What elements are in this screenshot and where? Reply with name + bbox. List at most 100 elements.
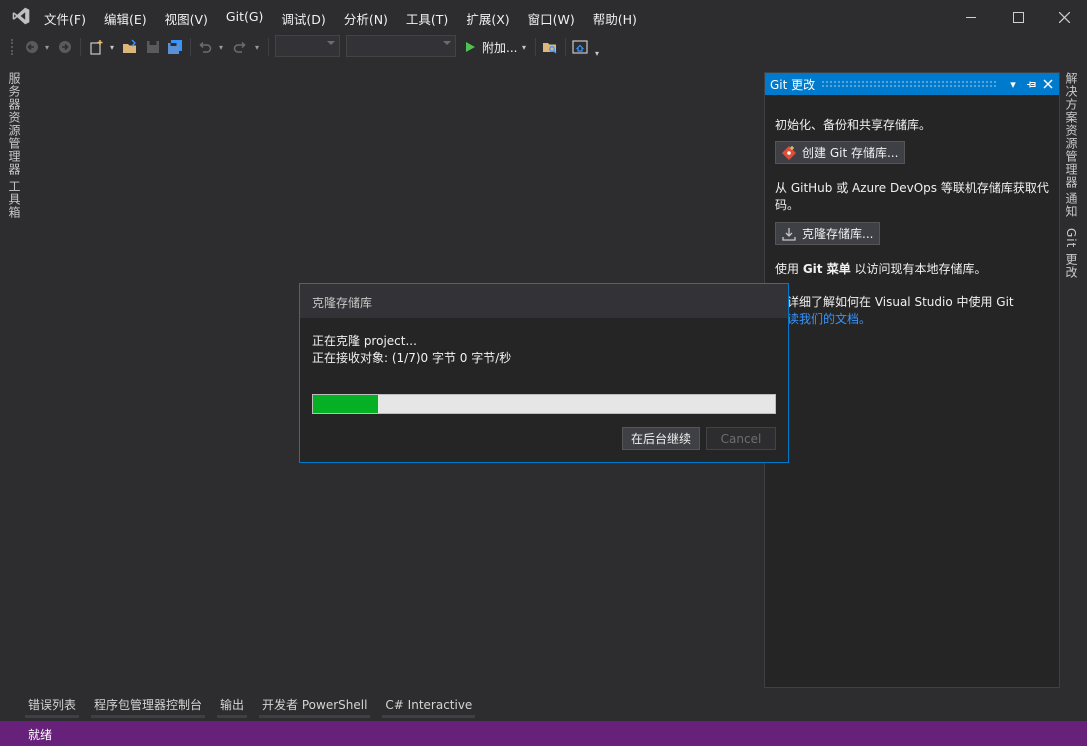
new-dropdown-icon[interactable]: ▾ — [108, 38, 116, 56]
git-learn-text: 要详细了解如何在 Visual Studio 中使用 Git 阅读我们的文档。 — [775, 294, 1014, 328]
undo-button[interactable] — [197, 38, 213, 56]
menu-analyze[interactable]: 分析(N) — [344, 9, 388, 28]
home-window-icon — [572, 40, 588, 54]
attach-label: 附加... — [482, 40, 518, 55]
back-button[interactable] — [24, 38, 40, 56]
solution-configuration-dropdown[interactable] — [275, 35, 340, 57]
status-bar: 就绪 — [0, 721, 1087, 746]
folder-search-icon — [543, 43, 557, 54]
new-project-icon — [90, 40, 103, 55]
panel-grip-pattern — [821, 80, 997, 88]
cancel-button[interactable]: Cancel — [706, 427, 776, 450]
find-in-files-button[interactable] — [541, 38, 559, 56]
git-intro-text: 初始化、备份和共享存储库。 — [775, 118, 932, 132]
clone-repository-label: 克隆存储库... — [802, 227, 874, 241]
close-window-button[interactable] — [1049, 4, 1079, 30]
git-create-icon — [780, 145, 798, 161]
toolbox-tab[interactable]: 工具箱 — [6, 180, 23, 219]
pin-icon — [1026, 81, 1036, 87]
save-all-icon — [168, 40, 182, 54]
server-explorer-tab[interactable]: 服务器资源管理器 — [6, 72, 23, 176]
undo-dropdown-icon[interactable]: ▾ — [217, 38, 225, 56]
git-menu-suffix: 以访问现有本地存储库。 — [850, 262, 987, 276]
back-dropdown-icon[interactable]: ▾ — [43, 38, 51, 56]
redo-icon — [233, 41, 246, 53]
save-all-button[interactable] — [166, 38, 184, 56]
menu-edit[interactable]: 编辑(E) — [104, 9, 147, 28]
tab-output[interactable]: 输出 — [217, 694, 248, 718]
clone-progress-dialog: 克隆存储库 正在克隆 project... 正在接收对象: (1/7)0 字节 … — [299, 283, 789, 463]
cloning-status-text: 正在克隆 project... — [312, 334, 417, 348]
new-project-button[interactable] — [87, 38, 105, 56]
git-learn-line: 要详细了解如何在 Visual Studio 中使用 Git — [775, 295, 1014, 309]
live-share-button[interactable] — [571, 38, 589, 56]
tab-csharp-interactive[interactable]: C# Interactive — [382, 694, 476, 718]
menu-window[interactable]: 窗口(W) — [528, 9, 575, 28]
window-position-button[interactable]: ▾ — [1005, 75, 1021, 93]
menu-extensions[interactable]: 扩展(X) — [466, 9, 509, 28]
close-panel-button[interactable] — [1040, 75, 1056, 93]
download-icon — [780, 226, 798, 242]
dialog-title: 克隆存储库 — [312, 296, 373, 310]
chevron-down-icon — [443, 41, 451, 45]
solution-explorer-tab[interactable]: 解决方案资源管理器 — [1063, 72, 1080, 189]
notifications-tab[interactable]: 通知 — [1063, 192, 1080, 218]
minimize-button[interactable] — [956, 4, 986, 30]
git-changes-panel: Git 更改 ▾ 初始化、备份和共享存储库。 创建 Git 存储库... 从 G… — [764, 72, 1060, 688]
menu-view[interactable]: 视图(V) — [165, 9, 208, 28]
play-icon — [466, 42, 475, 52]
toolbar-separator — [190, 38, 191, 56]
create-git-repository-button[interactable]: 创建 Git 存储库... — [775, 141, 906, 164]
git-remote-text-line2: 码。 — [775, 198, 800, 212]
git-changes-tab[interactable]: Git 更改 — [1063, 228, 1080, 279]
git-menu-prefix: 使用 — [775, 262, 803, 276]
attach-button[interactable]: 附加... — [464, 38, 528, 56]
progress-fill — [313, 395, 378, 413]
toolbar-separator — [535, 38, 536, 56]
tab-developer-powershell[interactable]: 开发者 PowerShell — [259, 694, 371, 718]
back-icon — [26, 41, 38, 53]
receiving-objects-text: 正在接收对象: (1/7)0 字节 0 字节/秒 — [312, 351, 512, 365]
menu-git[interactable]: Git(G) — [226, 9, 264, 28]
bottom-tool-tabs: 错误列表 程序包管理器控制台 输出 开发者 PowerShell C# Inte… — [25, 694, 487, 720]
git-changes-title: Git 更改 — [770, 78, 816, 92]
git-remote-text: 从 GitHub 或 Azure DevOps 等联机存储库获取代 码。 — [775, 180, 1049, 214]
git-changes-header: Git 更改 ▾ — [765, 73, 1059, 95]
tab-package-manager-console[interactable]: 程序包管理器控制台 — [91, 694, 206, 718]
toolbar-separator — [268, 38, 269, 56]
git-remote-text-line1: 从 GitHub 或 Azure DevOps 等联机存储库获取代 — [775, 181, 1049, 195]
menu-help[interactable]: 帮助(H) — [593, 9, 637, 28]
standard-toolbar: ▾ ▾ ▾ ▾ 附加... ▾ ▾ — [0, 34, 1087, 60]
tab-error-list[interactable]: 错误列表 — [25, 694, 80, 718]
clone-repository-button[interactable]: 克隆存储库... — [775, 222, 881, 245]
status-text: 就绪 — [28, 728, 53, 742]
forward-button[interactable] — [57, 38, 73, 56]
maximize-button[interactable] — [1003, 4, 1033, 30]
solution-platform-dropdown[interactable] — [346, 35, 456, 57]
menu-debug[interactable]: 调试(D) — [281, 9, 325, 28]
dialog-title-bar: 克隆存储库 — [300, 284, 788, 318]
forward-icon — [59, 41, 71, 53]
attach-dropdown-icon[interactable]: ▾ — [520, 38, 528, 56]
create-git-repository-label: 创建 Git 存储库... — [802, 146, 899, 160]
close-icon — [1043, 79, 1053, 89]
save-button[interactable] — [145, 38, 161, 56]
toolbar-overflow-icon[interactable]: ▾ — [592, 44, 602, 62]
open-folder-icon — [123, 39, 136, 53]
open-file-button[interactable] — [121, 38, 139, 56]
close-icon — [1058, 11, 1070, 23]
toolbar-grip-icon — [10, 38, 16, 56]
menu-file[interactable]: 文件(F) — [44, 9, 86, 28]
menu-tools[interactable]: 工具(T) — [406, 9, 448, 28]
toolbar-separator — [565, 38, 566, 56]
clone-progress-bar — [312, 394, 776, 414]
redo-button[interactable] — [232, 38, 248, 56]
continue-in-background-button[interactable]: 在后台继续 — [622, 427, 700, 450]
maximize-icon — [1012, 11, 1024, 23]
minimize-icon — [966, 16, 976, 18]
redo-dropdown-icon[interactable]: ▾ — [253, 38, 261, 56]
save-icon — [147, 41, 159, 53]
read-docs-link[interactable]: 阅读我们的文档。 — [775, 311, 1014, 328]
undo-icon — [199, 41, 212, 53]
auto-hide-button[interactable] — [1023, 75, 1039, 93]
